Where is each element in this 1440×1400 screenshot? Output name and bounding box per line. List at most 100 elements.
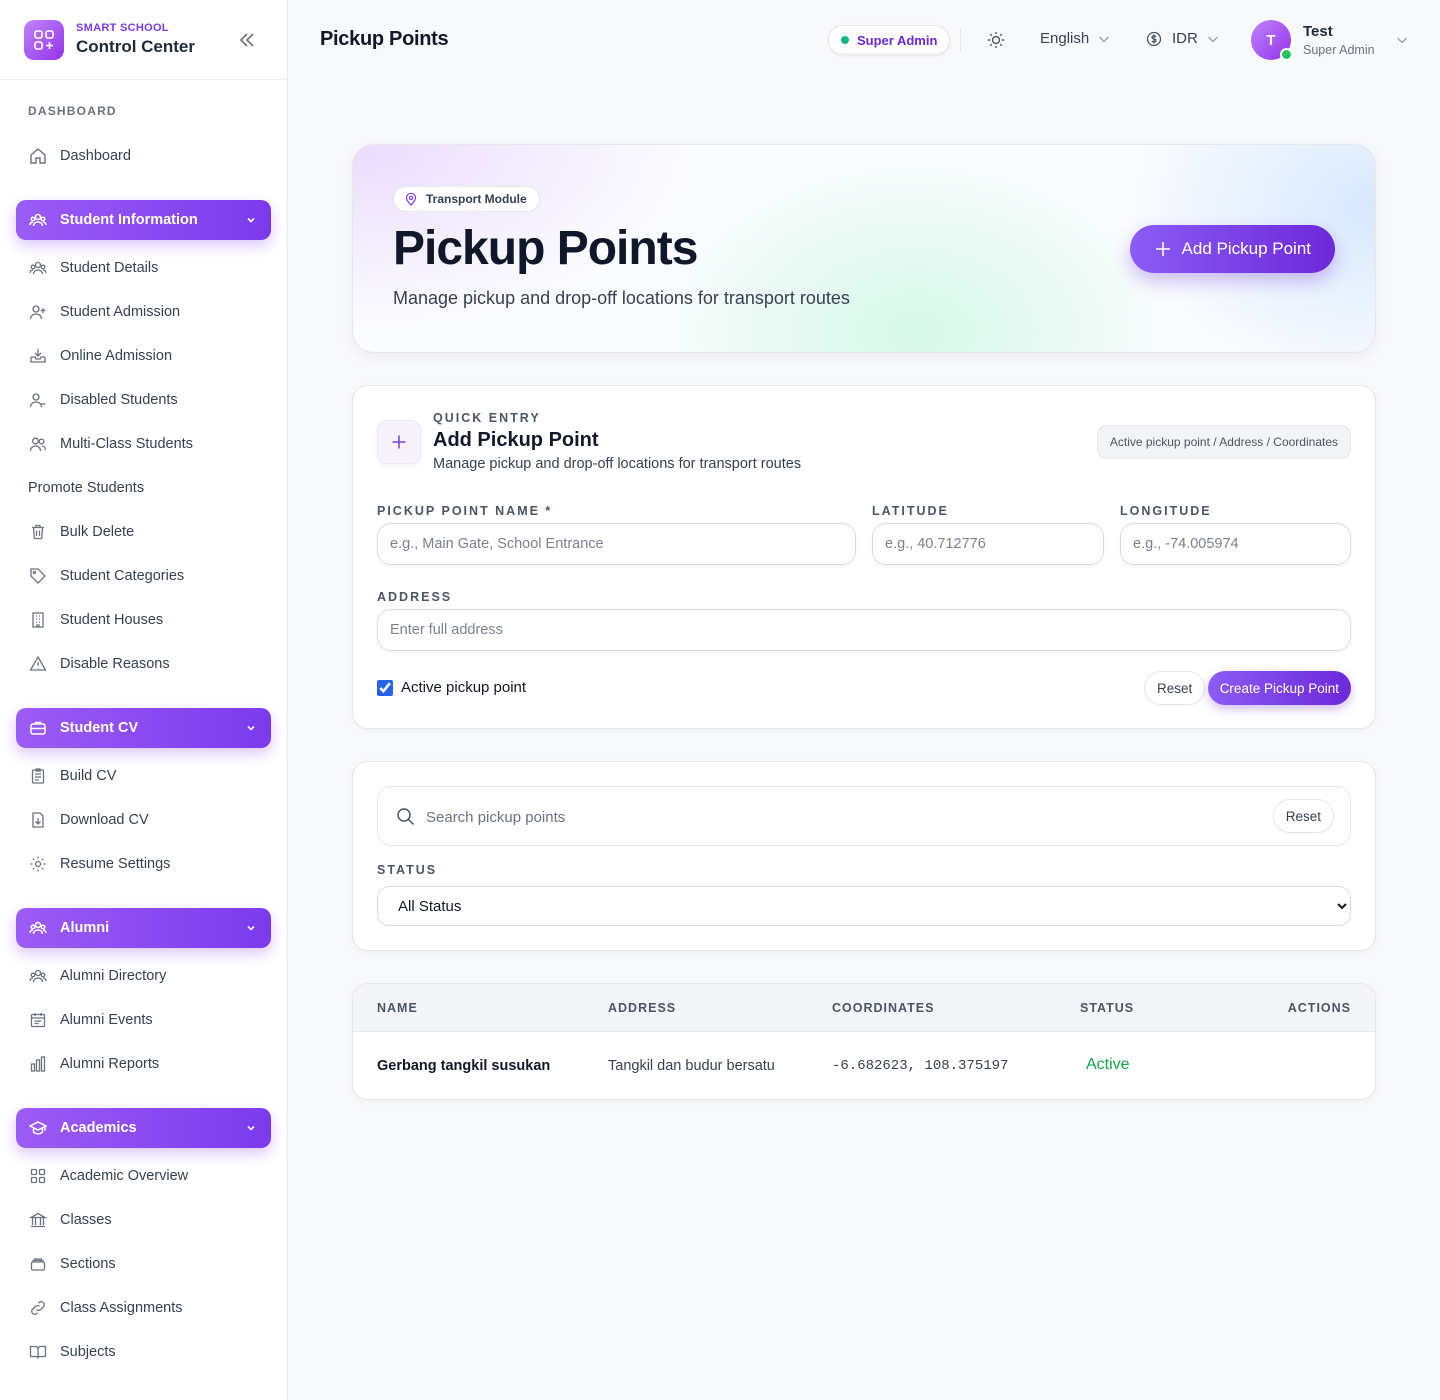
chevron-down-icon [247, 725, 255, 731]
chevron-down-icon [1396, 37, 1407, 44]
column-header-status: STATUS [1080, 1001, 1135, 1015]
user-minus-icon [28, 390, 48, 410]
create-pickup-point-button[interactable]: Create Pickup Point [1207, 671, 1351, 705]
search-input[interactable] [426, 805, 1246, 829]
calendar-icon [28, 1010, 48, 1030]
address-input[interactable] [377, 609, 1351, 651]
role-badge: Super Admin [828, 25, 951, 55]
book-icon [28, 1342, 48, 1362]
online-indicator [1280, 48, 1293, 61]
sidebar-item-student-details[interactable]: Student Details [16, 248, 272, 288]
sidebar-item-disabled-students[interactable]: Disabled Students [16, 380, 272, 420]
sidebar-item-label: Promote Students [28, 480, 145, 496]
sidebar-item-student-categories[interactable]: Student Categories [16, 556, 272, 596]
users-icon [28, 966, 48, 986]
sidebar-item-label: Alumni Reports [60, 1056, 160, 1072]
sidebar-item-alumni-events[interactable]: Alumni Events [16, 1000, 272, 1040]
form-reset-button[interactable]: Reset [1144, 671, 1206, 705]
sidebar-item-dashboard[interactable]: Dashboard [16, 136, 272, 176]
column-header-address: ADDRESS [608, 1001, 677, 1015]
sidebar-item-multi-class-students[interactable]: Multi-Class Students [16, 424, 272, 464]
file-download-icon [28, 810, 48, 830]
bank-icon [28, 1210, 48, 1230]
quick-entry-kicker: QUICK ENTRY [433, 411, 541, 425]
role-badge-label: Super Admin [857, 32, 938, 48]
active-checkbox-row[interactable]: Active pickup point [377, 679, 526, 696]
hero-title: Pickup Points [393, 222, 698, 275]
sidebar-group-student-cv[interactable]: Student CV [16, 708, 271, 748]
sidebar-item-sections[interactable]: Sections [16, 1244, 272, 1284]
avatar-initial: T [1266, 31, 1276, 49]
user-menu[interactable]: T Test Super Admin [1251, 20, 1409, 61]
sidebar-item-label: Resume Settings [60, 856, 171, 872]
brand-kicker: SMART SCHOOL [76, 22, 169, 34]
sidebar-item-student-admission[interactable]: Student Admission [16, 292, 272, 332]
chevron-down-icon [247, 1125, 255, 1131]
sidebar-item-build-cv[interactable]: Build CV [16, 756, 272, 796]
sidebar-item-label: Bulk Delete [60, 524, 135, 540]
inbox-download-icon [28, 346, 48, 366]
sidebar-item-subjects[interactable]: Subjects [16, 1332, 272, 1372]
user-role: Super Admin [1303, 43, 1375, 57]
sidebar-group-alumni[interactable]: Alumni [16, 908, 271, 948]
sun-icon[interactable] [986, 30, 1006, 50]
sidebar-group-label: Academics [60, 1120, 137, 1136]
sidebar-group-student-information[interactable]: Student Information [16, 200, 271, 240]
search-bar: Reset [377, 786, 1351, 846]
plus-icon [377, 420, 421, 464]
link-icon [28, 1298, 48, 1318]
nav-section-dashboard: DASHBOARD [28, 104, 117, 118]
pickup-name-input[interactable] [377, 523, 856, 565]
sidebar-item-class-assignments[interactable]: Class Assignments [16, 1288, 272, 1328]
filter-card: Reset STATUS All Status [352, 761, 1376, 951]
sidebar-item-alumni-directory[interactable]: Alumni Directory [16, 956, 272, 996]
sidebar-item-label: Disable Reasons [60, 656, 170, 672]
table-header: NAME ADDRESS COORDINATES STATUS ACTIONS [353, 984, 1375, 1032]
user-plus-icon [28, 302, 48, 322]
sidebar-group-label: Student Information [60, 212, 198, 228]
language-select[interactable]: English [1040, 30, 1111, 47]
latitude-label: LATITUDE [872, 504, 949, 518]
sidebar-group-academics[interactable]: Academics [16, 1108, 271, 1148]
add-pickup-point-button[interactable]: Add Pickup Point [1129, 225, 1335, 273]
sidebar-group-label: Student CV [60, 720, 139, 736]
sidebar-item-promote-students[interactable]: Promote Students [16, 468, 272, 508]
sidebar-item-online-admission[interactable]: Online Admission [16, 336, 272, 376]
users-icon [28, 434, 48, 454]
collapse-sidebar-icon[interactable] [237, 30, 257, 50]
hero-banner: Transport Module Pickup Points Manage pi… [352, 144, 1376, 353]
trash-icon [28, 522, 48, 542]
longitude-input[interactable] [1120, 523, 1351, 565]
search-reset-button[interactable]: Reset [1272, 799, 1334, 833]
sidebar-item-academic-overview[interactable]: Academic Overview [16, 1156, 272, 1196]
tag-icon [28, 566, 48, 586]
sidebar-item-label: Build CV [60, 768, 117, 784]
status-badge: Active [1086, 1056, 1130, 1073]
sidebar-item-student-houses[interactable]: Student Houses [16, 600, 272, 640]
dollar-circle-icon [1146, 31, 1162, 46]
chevron-down-icon [1207, 36, 1218, 42]
map-pin-icon [405, 192, 417, 206]
sidebar-item-label: Alumni Directory [60, 968, 167, 984]
sidebar-item-disable-reasons[interactable]: Disable Reasons [16, 644, 272, 684]
sidebar-item-download-cv[interactable]: Download CV [16, 800, 272, 840]
longitude-label: LONGITUDE [1120, 504, 1212, 518]
currency-select[interactable]: IDR [1146, 30, 1220, 47]
sidebar-item-label: Academic Overview [60, 1168, 189, 1184]
sidebar-group-label: Alumni [60, 920, 110, 936]
language-value: English [1040, 30, 1090, 47]
status-filter-select[interactable]: All Status [377, 886, 1351, 926]
sidebar-item-label: Sections [60, 1256, 116, 1272]
sidebar-item-resume-settings[interactable]: Resume Settings [16, 844, 272, 884]
sidebar-item-alumni-reports[interactable]: Alumni Reports [16, 1044, 272, 1084]
sidebar-item-bulk-delete[interactable]: Bulk Delete [16, 512, 272, 552]
gear-icon [28, 854, 48, 874]
module-chip: Transport Module [393, 186, 540, 212]
active-checkbox[interactable] [377, 679, 393, 696]
warning-icon [28, 654, 48, 674]
latitude-input[interactable] [872, 523, 1104, 565]
quick-entry-subtitle: Manage pickup and drop-off locations for… [433, 456, 802, 472]
address-label: ADDRESS [377, 590, 453, 604]
sidebar-item-classes[interactable]: Classes [16, 1200, 272, 1240]
chevron-down-icon [247, 217, 255, 223]
